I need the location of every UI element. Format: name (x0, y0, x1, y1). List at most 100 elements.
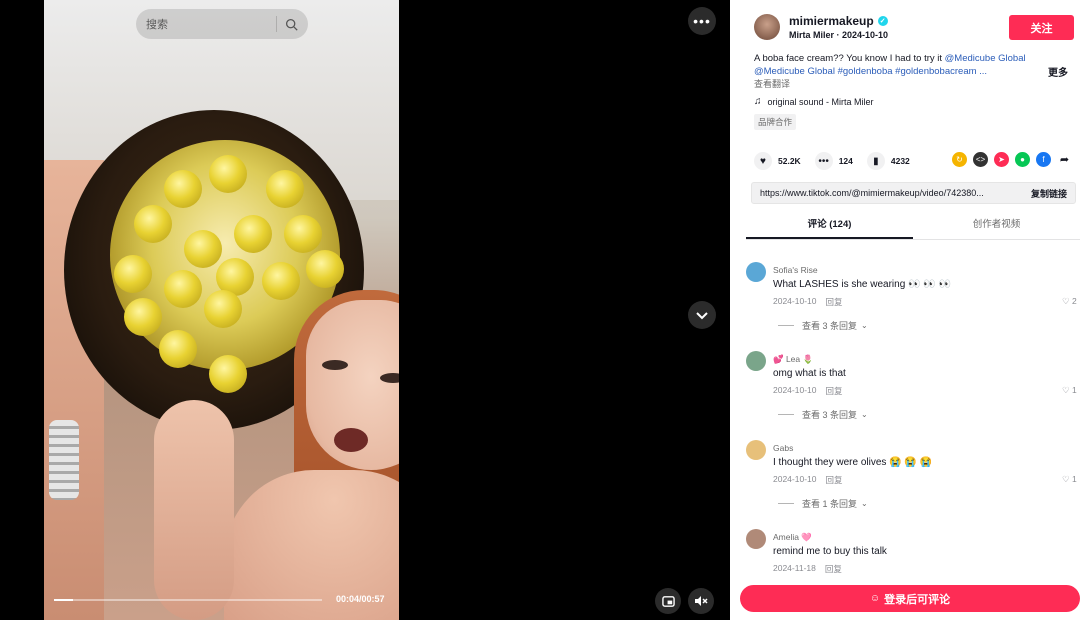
comment-like-count: 1 (1072, 385, 1077, 395)
line-icon[interactable]: ● (1015, 152, 1030, 167)
like-button[interactable]: ♥ 52.2K (754, 152, 801, 170)
comment-like-button[interactable]: ♡ 1 (1062, 385, 1077, 396)
video-time: 00:04/00:57 (336, 594, 385, 604)
replies-divider (778, 414, 794, 415)
copy-link-button[interactable]: 复制链接 (1031, 187, 1067, 200)
reply-button[interactable]: 回复 (825, 296, 842, 308)
heart-outline-icon: ♡ (1062, 296, 1070, 306)
commenter-avatar[interactable] (746, 529, 766, 549)
description-text: A boba face cream?? You know I had to tr… (754, 53, 945, 64)
engagement-stats: ♥ 52.2K ••• 124 ▮ 4232 (754, 152, 924, 170)
picture-in-picture-icon (661, 595, 675, 607)
comment-text: omg what is that (773, 368, 846, 379)
hashtag-link[interactable]: #goldenbobacream ... (895, 66, 987, 77)
more-options-button[interactable]: ••• (688, 7, 716, 35)
send-icon[interactable]: ➤ (994, 152, 1009, 167)
comment-like-button[interactable]: ♡ 2 (1062, 296, 1077, 307)
music-title[interactable]: original sound - Mirta Miler (768, 97, 874, 107)
login-to-comment-label[interactable]: 登录后可评论 (884, 591, 950, 607)
author-info[interactable]: mimiermakeup ✓ Mirta Miler · 2024-10-10 (754, 14, 888, 40)
view-replies-button[interactable]: 查看 1 条回复 ⌄ (778, 497, 868, 510)
author-avatar[interactable] (754, 14, 780, 40)
video-player-area[interactable]: 搜索 00:04/00:57 ••• (0, 0, 730, 620)
chevron-down-icon (696, 312, 708, 320)
replies-divider (778, 325, 794, 326)
facebook-icon[interactable]: f (1036, 152, 1051, 167)
boba-ball (284, 215, 322, 253)
video-url: https://www.tiktok.com/@mimiermakeup/vid… (760, 188, 984, 198)
comment-icon: ☺ (869, 593, 881, 604)
search-input[interactable]: 搜索 (146, 16, 276, 32)
view-replies-label[interactable]: 查看 3 条回复 (802, 408, 857, 421)
boba-ball (164, 170, 202, 208)
ellipsis-icon: ••• (693, 13, 711, 29)
translate-link[interactable]: 查看翻译 (754, 77, 790, 90)
video-eye (322, 360, 348, 370)
author-username-row[interactable]: mimiermakeup ✓ (789, 14, 888, 28)
repost-icon[interactable]: ↻ (952, 152, 967, 167)
login-to-comment-button[interactable]: ☺ 登录后可评论 (740, 585, 1080, 612)
search-icon[interactable] (285, 18, 298, 31)
reply-button[interactable]: 回复 (825, 563, 842, 575)
tab-creator-videos[interactable]: 创作者视频 (913, 212, 1080, 239)
boba-ball (234, 215, 272, 253)
search-divider (276, 16, 277, 32)
mute-button[interactable] (688, 588, 714, 614)
boba-ball (204, 290, 242, 328)
view-replies-label[interactable]: 查看 1 条回复 (802, 497, 857, 510)
commenter-name[interactable]: Amelia 🩷 (773, 532, 812, 543)
comment-button[interactable]: ••• 124 (814, 152, 853, 170)
comment-text: remind me to buy this talk (773, 546, 887, 557)
boba-ball (114, 255, 152, 293)
comment-count: 124 (838, 156, 853, 166)
share-icons: ↻ <> ➤ ● f ➦ (952, 152, 1072, 167)
commenter-name[interactable]: 💕 Lea 🌷 (773, 354, 813, 365)
video-eye (380, 373, 399, 383)
mention-link[interactable]: @Medicube Global (945, 53, 1026, 64)
commenter-name[interactable]: Gabs (773, 443, 793, 453)
mention-link[interactable]: @Medicube Global (754, 66, 835, 77)
comment-like-button[interactable]: ♡ 1 (1062, 474, 1077, 485)
boba-ball (306, 250, 344, 288)
next-video-button[interactable] (688, 301, 716, 329)
comment-text: I thought they were olives 😭 😭 😭 (773, 457, 933, 468)
video-progress-bar[interactable] (54, 599, 322, 601)
view-replies-button[interactable]: 查看 3 条回复 ⌄ (778, 319, 868, 332)
boba-ball (164, 270, 202, 308)
follow-button[interactable]: 关注 (1009, 15, 1074, 40)
commenter-avatar[interactable] (746, 262, 766, 282)
reply-button[interactable]: 回复 (825, 385, 842, 397)
more-button[interactable]: 更多 (1048, 64, 1068, 79)
commenter-name[interactable]: Sofia's Rise (773, 265, 818, 275)
video-hand (154, 400, 234, 620)
boba-ball (184, 230, 222, 268)
comment-date: 2024-10-10 (773, 296, 817, 306)
author-username[interactable]: mimiermakeup (789, 14, 874, 28)
comment-date: 2024-10-10 (773, 385, 817, 395)
comment-meta: 2024-10-10 回复 (773, 296, 843, 308)
video-frame[interactable] (44, 0, 399, 620)
share-arrow-icon[interactable]: ➦ (1057, 152, 1072, 167)
comment-date: 2024-10-10 (773, 474, 817, 484)
tab-comments[interactable]: 评论 (124) (746, 212, 913, 239)
embed-icon[interactable]: <> (973, 152, 988, 167)
save-button[interactable]: ▮ 4232 (866, 152, 910, 170)
search-bar[interactable]: 搜索 (136, 9, 308, 39)
video-progress-fill (54, 599, 73, 601)
bookmark-icon: ▮ (866, 152, 885, 170)
view-replies-button[interactable]: 查看 3 条回复 ⌄ (778, 408, 868, 421)
details-panel: mimiermakeup ✓ Mirta Miler · 2024-10-10 … (730, 0, 1080, 620)
comment-meta: 2024-10-10 回复 (773, 474, 843, 486)
chevron-down-icon: ⌄ (861, 321, 868, 330)
view-replies-label[interactable]: 查看 3 条回复 (802, 319, 857, 332)
music-link[interactable]: ♫ original sound - Mirta Miler (754, 96, 874, 107)
author-display-date: Mirta Miler · 2024-10-10 (789, 30, 889, 40)
reply-button[interactable]: 回复 (825, 474, 842, 486)
hashtag-link[interactable]: #goldenboba (838, 66, 893, 77)
commenter-avatar[interactable] (746, 351, 766, 371)
commenter-avatar[interactable] (746, 440, 766, 460)
video-description: A boba face cream?? You know I had to tr… (754, 52, 1044, 78)
pip-button[interactable] (655, 588, 681, 614)
panel-tabs: 评论 (124) 创作者视频 (746, 212, 1080, 240)
verified-icon: ✓ (877, 16, 888, 26)
